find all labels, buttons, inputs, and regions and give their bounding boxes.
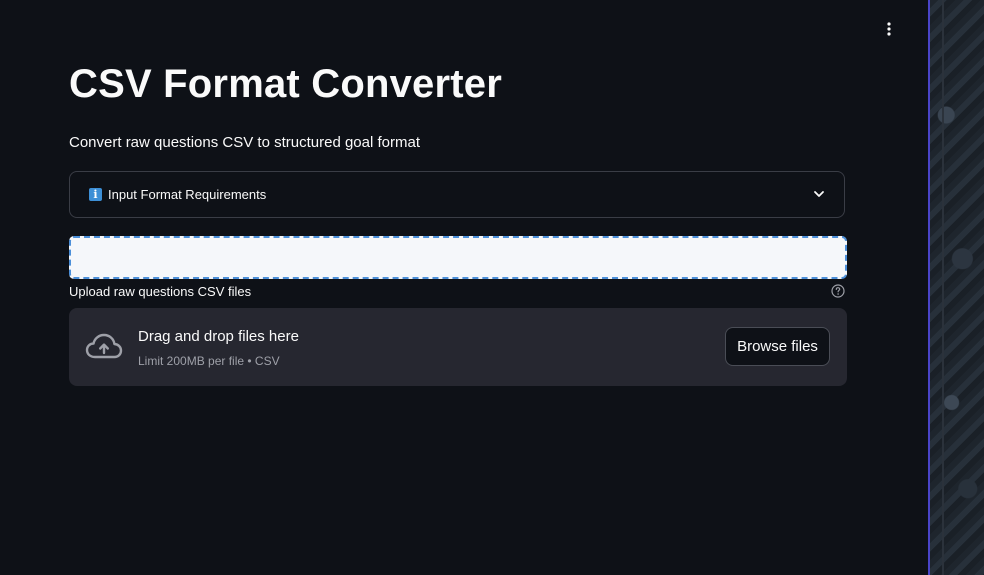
- page-title: CSV Format Converter: [69, 62, 502, 106]
- cloud-upload-icon: [85, 333, 123, 359]
- background-image-strip: [930, 0, 984, 575]
- more-options-icon[interactable]: [878, 18, 900, 40]
- file-dropzone[interactable]: Drag and drop files here Limit 200MB per…: [69, 308, 847, 386]
- info-icon: i: [89, 188, 102, 201]
- browse-files-button[interactable]: Browse files: [725, 327, 830, 366]
- highlighted-input-area[interactable]: [69, 236, 847, 279]
- input-format-expander[interactable]: i Input Format Requirements: [69, 171, 845, 218]
- main-app-area: CSV Format Converter Convert raw questio…: [0, 0, 928, 575]
- uploader-label: Upload raw questions CSV files: [69, 284, 252, 299]
- help-icon[interactable]: [831, 284, 845, 298]
- strip-edge: [942, 0, 944, 575]
- chevron-down-icon: [814, 191, 824, 197]
- page-subtitle: Convert raw questions CSV to structured …: [69, 134, 420, 151]
- expander-label: Input Format Requirements: [108, 187, 267, 202]
- dropzone-limit-text: Limit 200MB per file • CSV: [138, 354, 280, 368]
- dropzone-instructions: Drag and drop files here: [138, 328, 299, 345]
